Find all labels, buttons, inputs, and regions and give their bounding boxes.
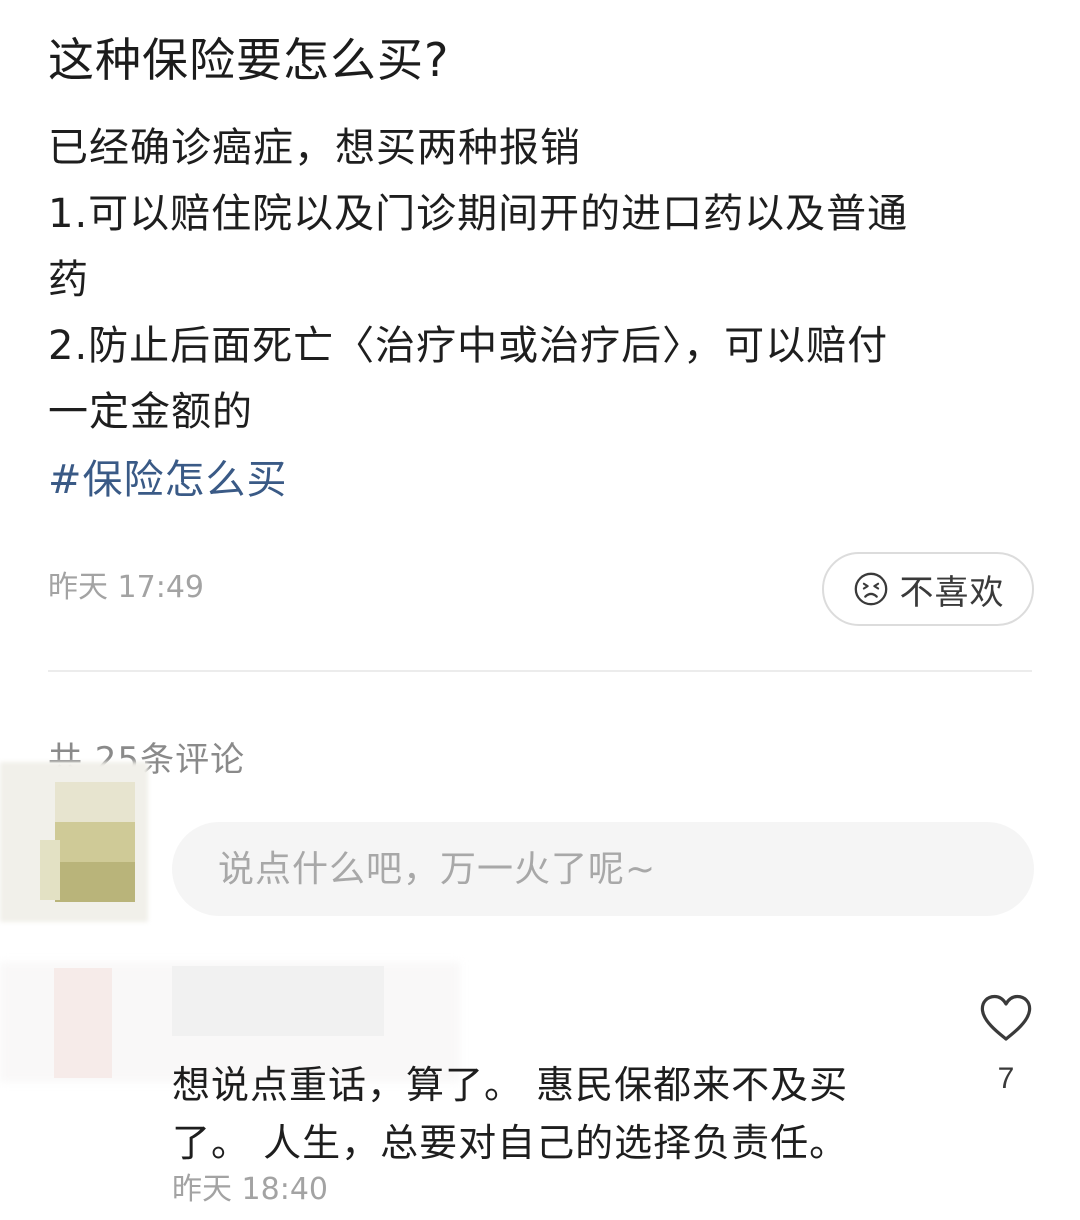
dislike-label: 不喜欢: [899, 572, 1005, 613]
post-body-line: 一定金额的: [48, 389, 253, 435]
heart-outline-icon[interactable]: [978, 992, 1034, 1044]
post-timestamp: 昨天 17:49: [48, 570, 204, 605]
dislike-button[interactable]: 不喜欢: [822, 552, 1034, 626]
like-count: 7: [997, 1062, 1015, 1095]
section-divider: [48, 670, 1032, 672]
post-body-line: 已经确诊癌症，想买两种报销: [48, 125, 581, 171]
comment-input-box[interactable]: [172, 822, 1034, 916]
post-body-line: 2.防止后面死亡〈治疗中或治疗后〉，可以赔付: [48, 323, 889, 369]
comment-text-line: 了。 人生，总要对自己的选择负责任。: [172, 1121, 849, 1165]
post-body-line: 药: [48, 257, 89, 303]
frown-face-icon: [854, 572, 887, 606]
comment-timestamp: 昨天 18:40: [172, 1172, 328, 1207]
post-detail-page: 这种保险要怎么买? 已经确诊癌症，想买两种报销 1.可以赔住院以及门诊期间开的进…: [0, 0, 1080, 1220]
comment-text-line: 想说点重话，算了。 惠民保都来不及买: [172, 1063, 849, 1107]
post-body: 已经确诊癌症，想买两种报销 1.可以赔住院以及门诊期间开的进口药以及普通 药 2…: [48, 115, 1008, 445]
like-button[interactable]: 7: [968, 992, 1044, 1096]
post-title: 这种保险要怎么买?: [48, 33, 450, 87]
hashtag-link[interactable]: #保险怎么买: [48, 450, 288, 510]
user-avatar: [0, 762, 148, 922]
post-body-line: 1.可以赔住院以及门诊期间开的进口药以及普通: [48, 191, 909, 237]
comment-text: 想说点重话，算了。 惠民保都来不及买 了。 人生，总要对自己的选择负责任。: [172, 1056, 912, 1172]
comment-input[interactable]: [218, 848, 998, 890]
